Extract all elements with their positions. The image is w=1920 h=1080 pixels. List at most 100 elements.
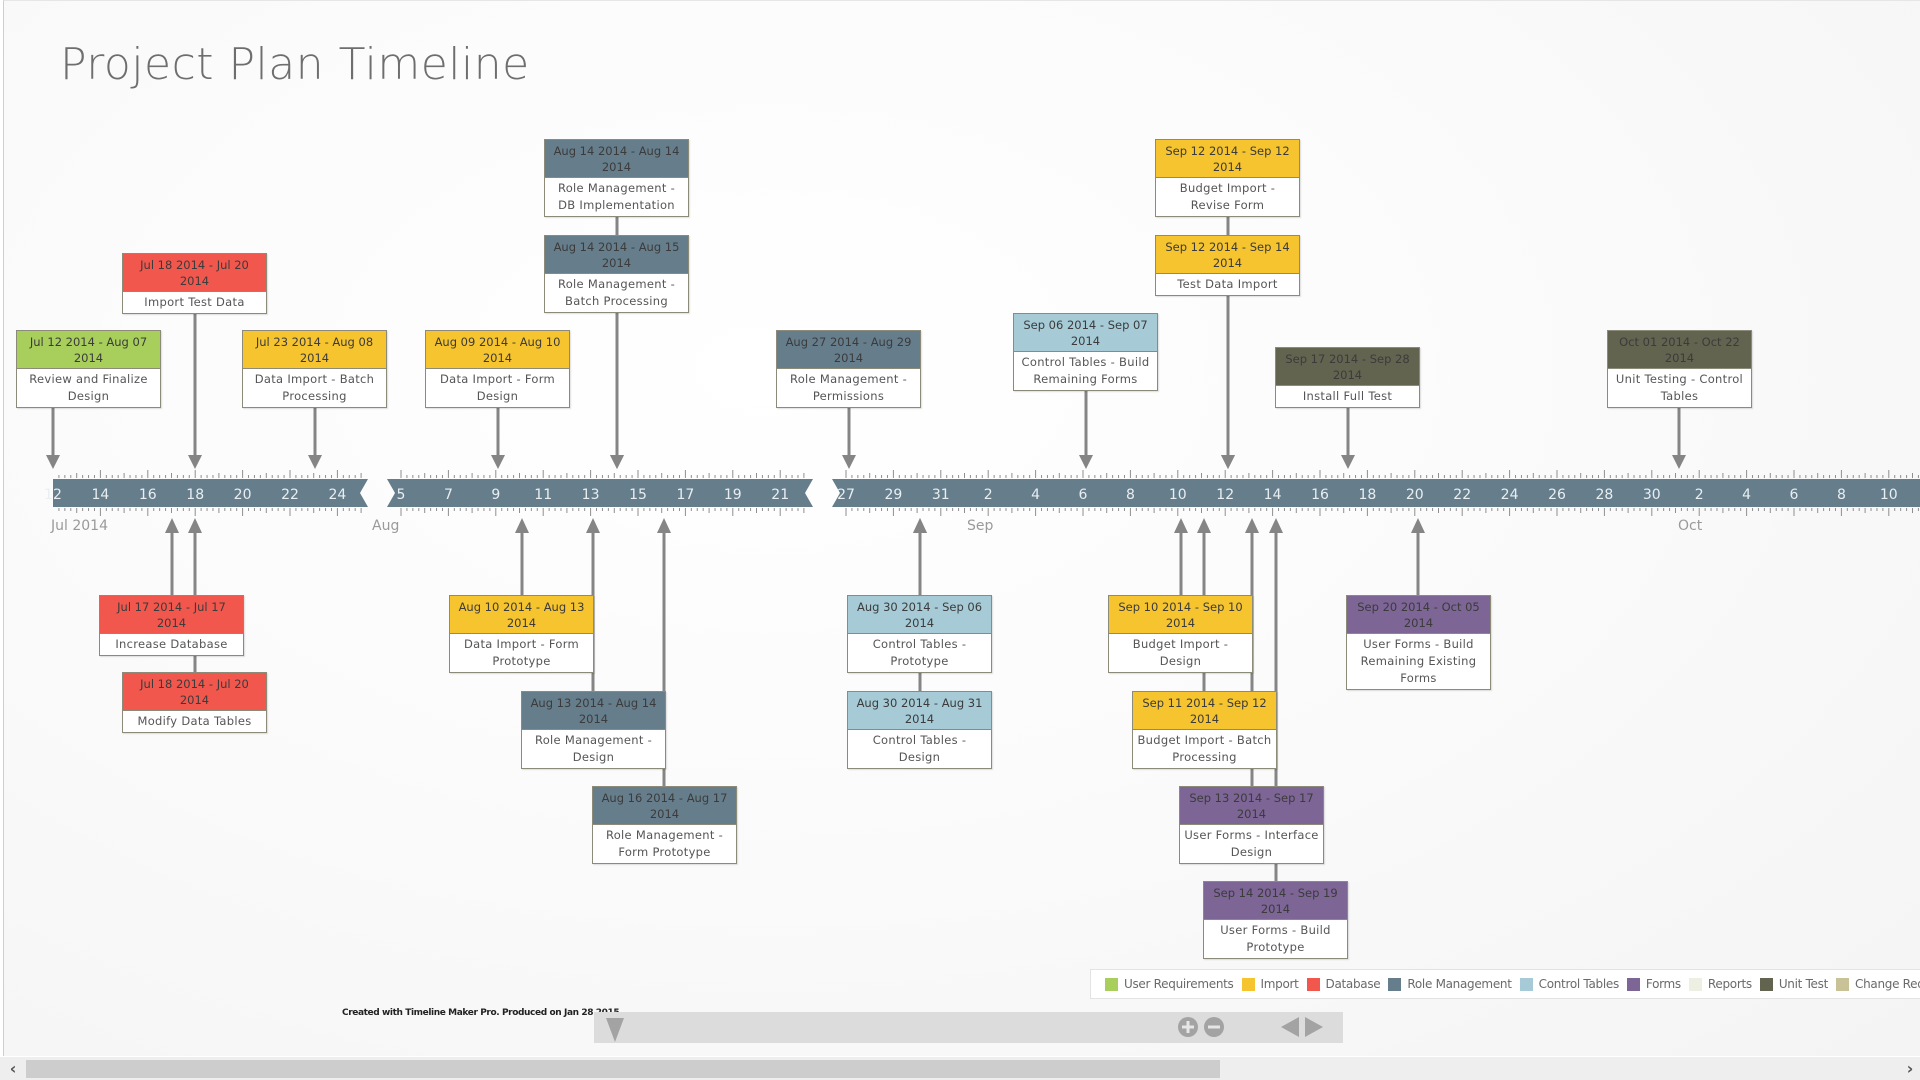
event-label: Control Tables - Build Remaining Forms [1021,355,1150,386]
arrow-up-icon [1411,518,1425,533]
axis-tick-label: 28 [1595,487,1613,503]
arrow-down-icon [46,455,60,469]
axis-tick-label: 21 [771,487,789,503]
event-card[interactable]: Sep 17 2014 - Sep 28 2014 Install Full Te… [1275,347,1420,408]
event-label: Import Test Data [144,295,245,309]
scroll-right-button[interactable]: › [1900,1059,1920,1079]
event-card[interactable]: Aug 16 2014 - Aug 17 2014 Role Management… [592,786,737,864]
event-card[interactable]: Sep 06 2014 - Sep 07 2014 Control Tables … [1013,313,1158,391]
event-label: Install Full Test [1302,389,1393,403]
event-card[interactable]: Aug 30 2014 - Sep 06 2014 Control Tables … [847,595,992,673]
arrow-down-icon [308,455,322,469]
event-card[interactable]: Jul 12 2014 - Aug 07 2014 Review and Fina… [16,330,161,408]
event-dates: Sep 12 2014 - Sep 14 2014 [1156,236,1299,274]
month-label: Sep [967,518,994,534]
event-card[interactable]: Jul 18 2014 - Jul 20 2014 Import Test Dat… [122,253,267,314]
triangle-down-icon [606,1018,624,1042]
event-dates: Sep 12 2014 - Sep 12 2014 [1156,140,1299,178]
legend-swatch [1105,977,1118,991]
event-dates: Jul 18 2014 - Jul 20 2014 [123,673,266,711]
event-card[interactable]: Jul 23 2014 - Aug 08 2014 Data Import - B… [242,330,387,408]
axis-tick-label: 14 [91,487,109,503]
event-label: Budget Import - Design [1132,637,1229,668]
axis-tick-label: 16 [1311,487,1329,503]
event-card[interactable]: Jul 17 2014 - Jul 17 2014 Increase Databa… [99,595,244,656]
axis-tick-label: 29 [884,487,902,503]
triangle-right-icon [1305,1017,1323,1037]
legend-label: Change Reque [1855,977,1920,991]
axis-tick-label: 5 [397,487,406,503]
scroll-left-button[interactable]: ‹ [3,1059,23,1079]
axis-tick-label: 2 [1695,487,1704,503]
arrow-up-icon [913,518,927,533]
event-card[interactable]: Sep 11 2014 - Sep 12 2014 Budget Import -… [1132,691,1277,769]
legend-item: Role Management [1388,977,1512,991]
event-card[interactable]: Sep 13 2014 - Sep 17 2014 User Forms - In… [1179,786,1324,864]
event-card[interactable]: Oct 01 2014 - Oct 22 2014 Unit Testing - … [1607,330,1752,408]
previous-button[interactable] [1279,1016,1301,1038]
legend-swatch [1688,977,1702,991]
axis-tick-label: 26 [1548,487,1566,503]
arrow-up-icon [165,518,179,533]
legend-swatch [1836,977,1850,991]
axis-tick-label: 20 [234,487,252,503]
legend-swatch [1241,977,1255,991]
event-dates: Aug 14 2014 - Aug 15 2014 [545,236,688,274]
arrow-down-icon [1079,455,1093,469]
arrow-up-icon [515,518,529,533]
event-card[interactable]: Aug 09 2014 - Aug 10 2014 Data Import - F… [425,330,570,408]
event-label: Role Management - Design [534,733,653,764]
legend-label: Role Management [1407,977,1512,991]
scrollbar-thumb[interactable] [26,1060,1220,1078]
axis-tick-label: 15 [629,487,647,503]
event-card[interactable]: Sep 14 2014 - Sep 19 2014 User Forms - Bu… [1203,881,1348,959]
event-dates: Jul 12 2014 - Aug 07 2014 [17,331,160,369]
event-card[interactable]: Aug 13 2014 - Aug 14 2014 Role Management… [521,691,666,769]
arrow-down-icon [491,455,505,469]
legend-item: Unit Test [1759,977,1828,991]
event-card[interactable]: Sep 10 2014 - Sep 10 2014 Budget Import -… [1108,595,1253,673]
zoom-out-button[interactable] [1203,1016,1225,1038]
event-dates: Sep 17 2014 - Sep 28 2014 [1276,348,1419,386]
arrow-down-icon [1672,455,1686,469]
event-card[interactable]: Aug 30 2014 - Aug 31 2014 Control Tables … [847,691,992,769]
event-card[interactable]: Aug 14 2014 - Aug 15 2014 Role Management… [544,235,689,313]
horizontal-scrollbar[interactable]: ‹ › [0,1057,1920,1080]
legend-label: Control Tables [1538,977,1620,991]
axis-tick-label: 30 [1643,487,1661,503]
axis-tick-label: 2 [984,487,993,503]
legend-item: Database [1306,977,1381,991]
axis-tick-label: 31 [932,487,950,503]
legend-swatch [1626,977,1640,991]
event-card[interactable]: Aug 27 2014 - Aug 29 2014 Role Management… [776,330,921,408]
axis-tick-label: 11 [534,487,552,503]
event-label: Data Import - Batch Processing [254,372,375,403]
event-card[interactable]: Aug 10 2014 - Aug 13 2014 Data Import - F… [449,595,594,673]
arrow-up-icon [657,518,671,533]
event-card[interactable]: Jul 18 2014 - Jul 20 2014 Modify Data Tab… [122,672,267,733]
event-label: Control Tables - Prototype [872,637,967,668]
axis-tick-label: 22 [281,487,299,503]
legend-label: Database [1325,977,1381,991]
event-label: Modify Data Tables [137,714,252,728]
event-label: User Forms - Build Remaining Existing Fo… [1360,637,1477,685]
event-dates: Sep 06 2014 - Sep 07 2014 [1014,314,1157,352]
event-dates: Aug 30 2014 - Sep 06 2014 [848,596,991,634]
event-dates: Jul 17 2014 - Jul 17 2014 [100,596,243,634]
next-button[interactable] [1303,1016,1325,1038]
legend-item: User Requirements [1105,977,1234,991]
event-dates: Jul 18 2014 - Jul 20 2014 [123,254,266,292]
event-card[interactable]: Sep 12 2014 - Sep 14 2014 Test Data Impor… [1155,235,1300,296]
collapse-button[interactable] [604,1016,626,1042]
event-card[interactable]: Sep 20 2014 - Oct 05 2014 User Forms - Bu… [1346,595,1491,690]
event-label: Data Import - Form Prototype [463,637,580,668]
event-label: Budget Import - Batch Processing [1137,733,1272,764]
event-card[interactable]: Sep 12 2014 - Sep 12 2014 Budget Import -… [1155,139,1300,217]
legend-swatch [1306,977,1320,991]
plus-circle-icon [1178,1017,1198,1037]
event-card[interactable]: Aug 14 2014 - Aug 14 2014 Role Management… [544,139,689,217]
arrow-up-icon [188,518,202,533]
zoom-in-button[interactable] [1177,1016,1199,1038]
event-dates: Sep 13 2014 - Sep 17 2014 [1180,787,1323,825]
axis-tick-label: 10 [1880,487,1898,503]
